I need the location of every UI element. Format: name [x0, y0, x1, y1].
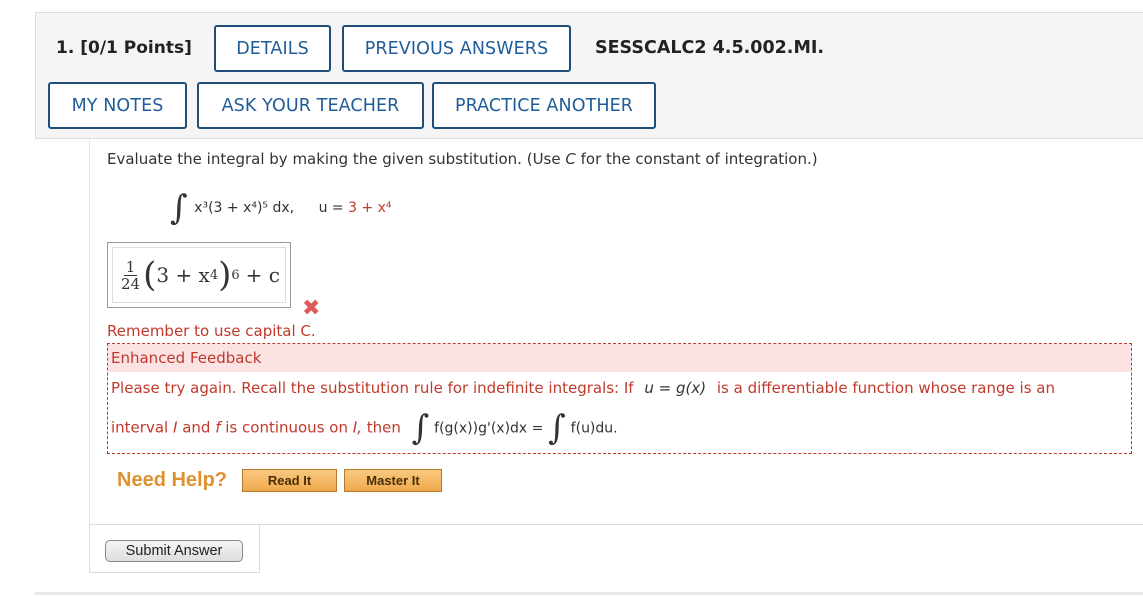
answer-fraction: 1 24: [121, 259, 140, 292]
read-it-button[interactable]: Read It: [242, 469, 337, 492]
integral-expression: ∫ x³(3 + x⁴)⁵ dx, u = 3 + x⁴: [170, 188, 392, 228]
answer-frac-num: 1: [123, 257, 138, 276]
fb-then: then: [366, 418, 401, 437]
fb-cont: is continuous on: [225, 418, 348, 437]
previous-answers-button[interactable]: PREVIOUS ANSWERS: [342, 25, 571, 72]
right-paren: ): [218, 255, 232, 295]
feedback-line1-text: Please try again. Recall the substitutio…: [111, 379, 634, 397]
answer-display: 1 24 ( 3 + x4 ) 6 + c: [112, 247, 286, 303]
answer-input-field[interactable]: 1 24 ( 3 + x4 ) 6 + c: [107, 242, 291, 308]
feedback-line-1: Please try again. Recall the substitutio…: [111, 378, 1055, 398]
prompt-text-2: for the constant of integration.): [575, 150, 818, 168]
question-title: 1. [0/1 Points]: [56, 38, 192, 58]
fb-rhs: f(u)du.: [570, 420, 618, 437]
fb-I: I: [172, 418, 178, 437]
practice-another-button[interactable]: PRACTICE ANOTHER: [432, 82, 656, 129]
answer-tail: + c: [245, 263, 280, 287]
answer-inner-power: 4: [209, 267, 219, 283]
feedback-heading: Enhanced Feedback: [108, 344, 1131, 372]
feedback-line-2: interval I and f is continuous on I, the…: [111, 408, 618, 448]
feedback-line1-math: u = g(x): [644, 379, 707, 397]
reminder-text: Remember to use capital C.: [107, 322, 316, 340]
fb-I2: I,: [352, 418, 362, 437]
substitution-rhs: 3 + x⁴: [348, 200, 392, 216]
feedback-line1-end: is a differentiable function whose range…: [716, 379, 1055, 397]
problem-code: SESSCALC2 4.5.002.MI.: [595, 38, 825, 58]
need-help-label: Need Help?: [117, 469, 228, 491]
question-points: [0/1 Points]: [80, 38, 192, 58]
fb-interval: interval: [111, 418, 169, 437]
integrand: x³(3 + x⁴)⁵ dx,: [194, 200, 295, 216]
my-notes-button[interactable]: MY NOTES: [48, 82, 187, 129]
incorrect-x-icon: ✖: [302, 296, 321, 321]
fb-and: and: [182, 418, 211, 437]
integral-sign-icon: ∫: [548, 408, 566, 448]
bottom-divider: [35, 592, 1143, 595]
answer-frac-den: 24: [121, 274, 141, 293]
answer-inner: 3 + x: [156, 263, 210, 287]
enhanced-feedback-box: Enhanced Feedback Please try again. Reca…: [107, 343, 1132, 454]
integral-sign-icon: ∫: [411, 408, 430, 448]
question-prompt: Evaluate the integral by making the give…: [107, 150, 818, 168]
integral-sign-icon: ∫: [170, 188, 188, 228]
prompt-text-1: Evaluate the integral by making the give…: [107, 150, 566, 168]
fb-f: f: [215, 418, 221, 437]
ask-your-teacher-button[interactable]: ASK YOUR TEACHER: [197, 82, 424, 129]
substitution-lhs: u =: [318, 200, 349, 216]
question-header-panel: 1. [0/1 Points] DETAILS PREVIOUS ANSWERS…: [35, 12, 1143, 139]
submit-answer-button[interactable]: Submit Answer: [105, 540, 243, 562]
left-paren: (: [143, 255, 157, 295]
prompt-c: C: [565, 150, 576, 168]
master-it-button[interactable]: Master It: [344, 469, 442, 492]
content-border: [89, 139, 90, 525]
answer-power: 6: [231, 267, 240, 283]
details-button[interactable]: DETAILS: [214, 25, 331, 72]
question-number: 1.: [56, 38, 75, 58]
fb-lhs: f(g(x))g'(x)dx =: [434, 420, 544, 437]
